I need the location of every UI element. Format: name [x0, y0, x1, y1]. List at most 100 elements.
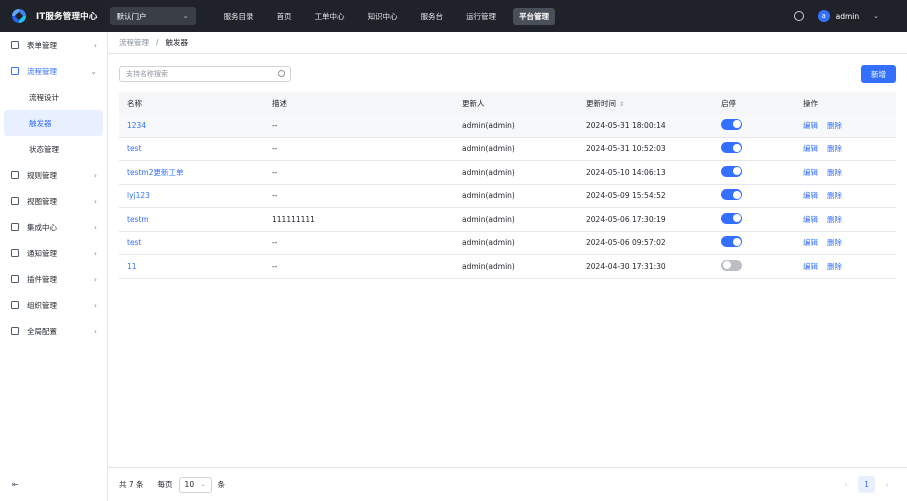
trigger-name-link[interactable]: test — [127, 238, 141, 247]
delete-button[interactable]: 删除 — [827, 238, 842, 247]
enable-toggle[interactable] — [721, 165, 742, 177]
chevron-right-icon: › — [93, 222, 97, 232]
page-size-select[interactable]: 10 ⌄ — [178, 476, 212, 493]
name-cell: 11 — [119, 262, 264, 271]
add-button[interactable]: 新增 — [861, 65, 896, 83]
nav-item-platform-management[interactable]: 平台管理 — [513, 7, 556, 25]
collapse-sidebar-icon[interactable]: ⇤ — [12, 480, 19, 489]
portal-select-value: 默认门户 — [116, 11, 147, 21]
updater-cell: admin(admin) — [462, 261, 515, 271]
edit-button[interactable]: 编辑 — [803, 121, 818, 130]
per-page-suffix: 条 — [217, 480, 226, 489]
trigger-name-link[interactable]: testm — [127, 215, 149, 224]
chevron-right-icon[interactable]: › — [879, 480, 895, 489]
column-header-actions: 操作 — [803, 98, 818, 108]
delete-button[interactable]: 删除 — [827, 262, 842, 271]
delete-button[interactable]: 删除 — [827, 121, 842, 130]
page-size-value: 10 — [184, 480, 195, 489]
update-time-cell: 2024-05-06 09:57:02 — [586, 238, 666, 248]
table-row: test -- admin(admin) 2024-05-06 09:57:02 编辑删… — [119, 232, 896, 255]
avatar[interactable]: a — [817, 10, 830, 22]
chevron-right-icon: › — [93, 248, 97, 258]
page-number-current[interactable]: 1 — [858, 476, 875, 493]
sidebar-item-notification-management[interactable]: 通知管理 › — [0, 240, 107, 266]
update-time-cell: 2024-05-31 18:00:14 — [586, 120, 666, 130]
enable-toggle[interactable] — [721, 189, 742, 201]
portal-select[interactable]: 默认门户 ⌄ — [109, 7, 196, 25]
triggers-table: 名称 描述 更新人 更新时间 ⇕ 启停 操作 1234 -- admin(admin)… — [119, 92, 896, 279]
sidebar-item-integration-center[interactable]: 集成中心 › — [0, 214, 107, 240]
sidebar-subitem-triggers[interactable]: 触发器 — [4, 110, 103, 136]
actions-cell: 编辑 删除 — [795, 214, 896, 225]
chevron-down-icon[interactable]: ⌄ — [873, 12, 879, 20]
description-cell: -- — [272, 167, 278, 177]
nav-item-service-desk[interactable]: 服务台 — [415, 8, 450, 25]
edit-button[interactable]: 编辑 — [803, 215, 818, 224]
trigger-name-link[interactable]: testm2更新工单 — [127, 168, 183, 177]
actions-cell: 编辑 删除 — [795, 120, 896, 131]
sidebar-item-plugin-management[interactable]: 插件管理 › — [0, 266, 107, 292]
breadcrumb-separator: / — [156, 38, 159, 47]
delete-button[interactable]: 删除 — [827, 144, 842, 153]
delete-button[interactable]: 删除 — [827, 168, 842, 177]
search-icon[interactable] — [278, 70, 285, 77]
enable-toggle[interactable] — [721, 118, 742, 130]
gear-icon[interactable] — [793, 11, 804, 21]
update-time-cell: 2024-05-31 10:52:03 — [586, 144, 666, 154]
enable-toggle[interactable] — [721, 236, 742, 248]
sidebar-subitem-process-design[interactable]: 流程设计 — [0, 84, 107, 110]
name-cell: test — [119, 144, 264, 153]
sidebar-item-process-management[interactable]: 流程管理 ⌄ — [0, 58, 107, 84]
edit-button[interactable]: 编辑 — [803, 168, 818, 177]
delete-button[interactable]: 删除 — [827, 215, 842, 224]
sidebar-item-org-management[interactable]: 组织管理 › — [0, 292, 107, 318]
column-header-update-time[interactable]: 更新时间 ⇕ — [578, 98, 713, 109]
breadcrumb-parent[interactable]: 流程管理 — [119, 37, 149, 48]
nav-item-home[interactable]: 首页 — [271, 8, 298, 25]
edit-button[interactable]: 编辑 — [803, 262, 818, 271]
nav-item-ticket-center[interactable]: 工单中心 — [309, 8, 351, 25]
nav-item-knowledge-center[interactable]: 知识中心 — [362, 8, 404, 25]
sidebar-subitem-status-management[interactable]: 状态管理 — [0, 136, 107, 162]
trigger-name-link[interactable]: 1234 — [127, 121, 146, 130]
table-row: 1234 -- admin(admin) 2024-05-31 18:00:14 编辑删… — [119, 114, 896, 138]
actions-cell: 编辑 删除 — [795, 261, 896, 272]
enable-toggle[interactable] — [721, 259, 742, 271]
search-input[interactable]: 支持名称搜索 — [119, 66, 291, 82]
enable-toggle[interactable] — [721, 212, 742, 224]
edit-button[interactable]: 编辑 — [803, 191, 818, 200]
user-area: a admin ⌄ — [793, 10, 879, 22]
nav-item-operations[interactable]: 运行管理 — [460, 8, 502, 25]
edit-button[interactable]: 编辑 — [803, 144, 818, 153]
sidebar-item-label: 表单管理 — [27, 40, 57, 50]
sidebar-item-form-management[interactable]: 表单管理 › — [0, 32, 107, 58]
chevron-down-icon: ⌄ — [182, 12, 189, 20]
process-icon — [11, 67, 19, 75]
sidebar-item-global-config[interactable]: 全局配置 › — [0, 318, 107, 344]
enable-toggle[interactable] — [721, 142, 742, 154]
edit-button[interactable]: 编辑 — [803, 238, 818, 247]
nav-item-service-catalog[interactable]: 服务目录 — [218, 8, 260, 25]
column-header-label: 更新时间 — [586, 98, 616, 108]
enabled-cell — [713, 189, 795, 202]
update-time-cell: 2024-05-09 15:54:52 — [586, 191, 666, 201]
toolbar: 支持名称搜索 新增 — [119, 65, 896, 83]
delete-button[interactable]: 删除 — [827, 191, 842, 200]
per-page-label: 每页 — [157, 480, 173, 489]
enabled-cell — [713, 118, 795, 132]
table-header: 名称 描述 更新人 更新时间 ⇕ 启停 操作 — [119, 92, 896, 114]
sidebar-item-view-management[interactable]: 视图管理 › — [0, 188, 107, 214]
enabled-cell — [713, 259, 795, 273]
chevron-left-icon[interactable]: ‹ — [838, 480, 854, 489]
trigger-name-link[interactable]: 11 — [127, 262, 137, 271]
chevron-right-icon: › — [93, 274, 97, 284]
updater-cell: admin(admin) — [462, 167, 515, 177]
sidebar-item-rule-management[interactable]: 规则管理 › — [0, 162, 107, 188]
user-name[interactable]: admin — [836, 12, 860, 21]
sort-icon[interactable]: ⇕ — [619, 101, 624, 108]
main-content: 流程管理 / 触发器 支持名称搜索 新增 名称 描述 更新人 更新时间 ⇕ 启停 … — [108, 32, 907, 501]
table-row: testm 111111111 admin(admin) 2024-05-06 17:… — [119, 208, 896, 232]
settings-icon — [11, 327, 19, 335]
trigger-name-link[interactable]: test — [127, 144, 141, 153]
trigger-name-link[interactable]: lyj123 — [127, 191, 150, 200]
